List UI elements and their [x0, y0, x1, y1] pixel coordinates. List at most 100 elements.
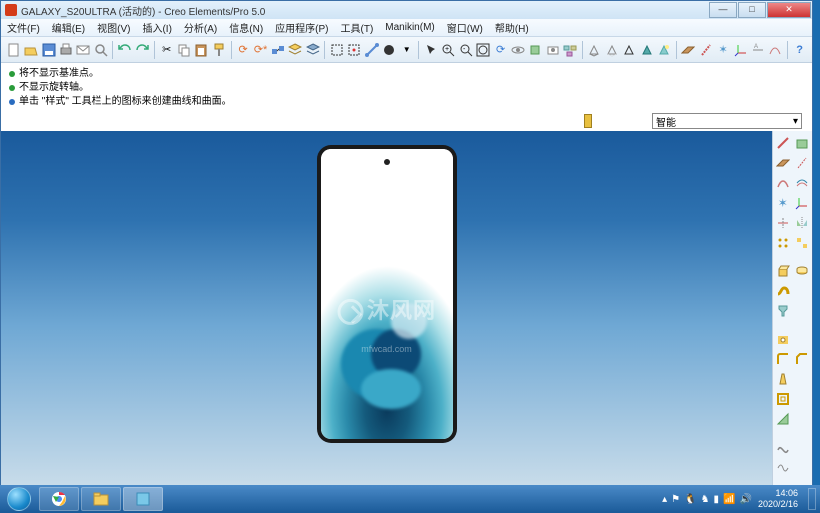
rib-icon[interactable]	[774, 410, 792, 428]
menu-help[interactable]: 帮助(H)	[495, 20, 529, 35]
hole-icon[interactable]	[774, 330, 792, 348]
curve-icon[interactable]	[774, 174, 792, 192]
curve-thru-icon[interactable]	[794, 174, 812, 192]
menu-edit[interactable]: 编辑(E)	[52, 20, 85, 35]
sound-icon[interactable]: 📶	[723, 494, 735, 505]
regen-all-icon[interactable]: ⟳*	[253, 41, 268, 59]
round-icon[interactable]	[774, 350, 792, 368]
layers-2-icon[interactable]	[305, 41, 320, 59]
dropdown-icon[interactable]: ▼	[399, 41, 414, 59]
line-icon[interactable]	[774, 134, 792, 152]
save-icon[interactable]	[41, 41, 56, 59]
windows-taskbar[interactable]: ▴ ⚑ 🐧 ♞ ▮ 📶 🔊 14:06 2020/2/16 ▮	[0, 485, 820, 513]
plane-icon[interactable]	[774, 154, 792, 172]
menu-file[interactable]: 文件(F)	[7, 20, 40, 35]
redo-icon[interactable]	[135, 41, 150, 59]
sketch-region-icon[interactable]	[794, 134, 812, 152]
mail-icon[interactable]	[76, 41, 91, 59]
select-icon[interactable]	[329, 41, 344, 59]
datum-point-icon[interactable]: ✶	[715, 41, 730, 59]
search-icon[interactable]	[93, 41, 108, 59]
tray-chevron-icon[interactable]: ▴	[662, 494, 667, 505]
saved-view-icon[interactable]	[545, 41, 560, 59]
volume-icon[interactable]: 🔊	[740, 494, 752, 505]
freeform-icon[interactable]	[774, 458, 792, 476]
drag-icon[interactable]	[270, 41, 285, 59]
zoom-out-icon[interactable]: -	[458, 41, 473, 59]
sphere-icon[interactable]	[382, 41, 397, 59]
bookmark-icon[interactable]	[584, 114, 592, 128]
explorer-task-icon[interactable]	[81, 487, 121, 511]
point-icon[interactable]: ✶	[774, 194, 792, 212]
print-icon[interactable]	[58, 41, 73, 59]
penguin-icon[interactable]: 🐧	[684, 494, 696, 505]
menu-window[interactable]: 窗口(W)	[447, 20, 483, 35]
hidden-line-icon[interactable]	[604, 41, 619, 59]
regen-icon[interactable]: ⟳	[235, 41, 250, 59]
mirror-icon[interactable]	[794, 214, 812, 232]
layers-icon[interactable]	[288, 41, 303, 59]
zoom-in-icon[interactable]: +	[441, 41, 456, 59]
sweep-icon[interactable]	[774, 282, 792, 300]
group-icon[interactable]	[794, 234, 812, 252]
flag-icon[interactable]: ⚑	[671, 494, 680, 505]
measure-icon[interactable]	[364, 41, 379, 59]
datum-axis-icon[interactable]	[698, 41, 713, 59]
menu-app[interactable]: 应用程序(P)	[275, 20, 328, 35]
select-point-icon[interactable]	[347, 41, 362, 59]
blend-icon[interactable]	[774, 302, 792, 320]
extrude-icon[interactable]	[774, 262, 792, 280]
orient-icon[interactable]	[528, 41, 543, 59]
menu-tools[interactable]: 工具(T)	[341, 20, 374, 35]
network-icon[interactable]: ▮	[714, 494, 720, 505]
menu-info[interactable]: 信息(N)	[229, 20, 263, 35]
menu-insert[interactable]: 插入(I)	[142, 20, 171, 35]
datum-curve-icon[interactable]	[768, 41, 783, 59]
close-button[interactable]: ✕	[767, 2, 811, 18]
paste-icon[interactable]	[194, 41, 209, 59]
no-hidden-icon[interactable]	[622, 41, 637, 59]
chamfer-icon[interactable]	[794, 350, 812, 368]
trim-icon[interactable]	[774, 214, 792, 232]
titlebar[interactable]: GALAXY_S20ULTRA (活动的) - Creo Elements/Pr…	[1, 1, 812, 19]
clock[interactable]: 14:06 2020/2/16	[758, 488, 798, 510]
selection-filter-combo[interactable]: 智能 ▾	[652, 113, 802, 129]
csys-tool-icon[interactable]	[794, 194, 812, 212]
chrome-task-icon[interactable]	[39, 487, 79, 511]
refresh-view-icon[interactable]: ⟳	[493, 41, 508, 59]
datum-plane-icon[interactable]	[681, 41, 696, 59]
menu-view[interactable]: 视图(V)	[97, 20, 130, 35]
style-icon[interactable]	[774, 438, 792, 456]
creo-task-icon[interactable]	[123, 487, 163, 511]
cut-icon[interactable]: ✂	[159, 41, 174, 59]
undo-icon[interactable]	[117, 41, 132, 59]
security-icon[interactable]: ♞	[701, 494, 710, 505]
pattern-icon[interactable]	[774, 234, 792, 252]
graphics-viewport[interactable]: 沐风网 mfwcad.com	[1, 131, 772, 486]
view-manager-icon[interactable]	[562, 41, 577, 59]
shaded-icon[interactable]	[639, 41, 654, 59]
draft-icon[interactable]	[774, 370, 792, 388]
enhanced-icon[interactable]	[656, 41, 671, 59]
zoom-fit-icon[interactable]	[475, 41, 490, 59]
start-button[interactable]	[0, 485, 38, 513]
menu-manikin[interactable]: Manikin(M)	[385, 22, 434, 33]
axis-icon[interactable]	[794, 154, 812, 172]
spin-icon[interactable]	[510, 41, 525, 59]
show-desktop-button[interactable]: ▮	[808, 488, 816, 510]
revolve-icon[interactable]	[794, 262, 812, 280]
menu-analysis[interactable]: 分析(A)	[184, 20, 217, 35]
paint-format-icon[interactable]	[211, 41, 226, 59]
help-icon[interactable]: ?	[792, 41, 807, 59]
open-icon[interactable]	[23, 41, 38, 59]
datum-display-icon[interactable]: A	[750, 41, 765, 59]
maximize-button[interactable]: □	[738, 2, 766, 18]
shell-icon[interactable]	[774, 390, 792, 408]
minimize-button[interactable]: —	[709, 2, 737, 18]
cursor-icon[interactable]	[423, 41, 438, 59]
system-tray[interactable]: ▴ ⚑ 🐧 ♞ ▮ 📶 🔊 14:06 2020/2/16 ▮	[662, 488, 820, 510]
wireframe-icon[interactable]	[587, 41, 602, 59]
copy-icon[interactable]	[176, 41, 191, 59]
new-icon[interactable]	[6, 41, 21, 59]
csys-icon[interactable]	[733, 41, 748, 59]
